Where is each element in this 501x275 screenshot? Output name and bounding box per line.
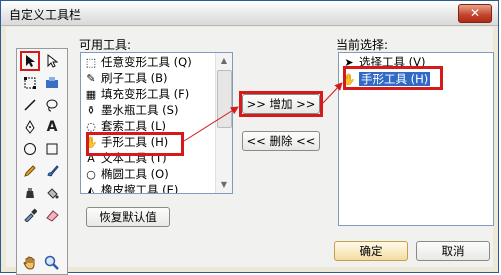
close-button[interactable]: ✕ [458, 4, 492, 23]
restore-defaults-button[interactable]: 恢复默认值 [86, 207, 170, 227]
cancel-button[interactable]: 取消 [416, 241, 490, 261]
customize-toolbar-dialog: 自定义工具栏 ✕ A 可用工具: ⬚ 任意变形工具 (Q) ✎ 刷子工具 (B)… [0, 0, 499, 275]
ok-button[interactable]: 确定 [334, 241, 408, 261]
annotation-arrows [183, 82, 343, 142]
window-title: 自定义工具栏 [9, 8, 82, 22]
title-bar: 自定义工具栏 ✕ [1, 1, 498, 26]
dialog-body: A 可用工具: ⬚ 任意变形工具 (Q) ✎ 刷子工具 (B) ▦ 填充变形工具… [6, 27, 494, 275]
